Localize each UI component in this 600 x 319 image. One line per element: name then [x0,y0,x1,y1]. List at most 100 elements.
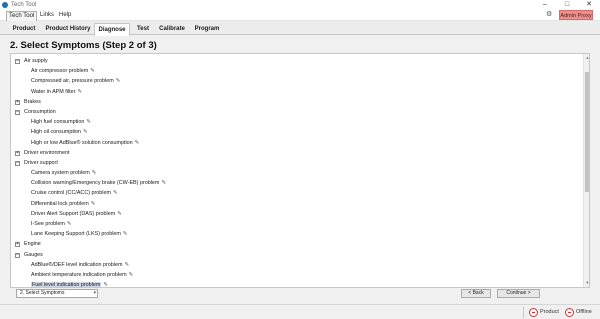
tab-product-history[interactable]: Product History [43,23,93,35]
pencil-icon[interactable]: ✎ [90,66,95,76]
tree-row-label: Air compressor problem [31,68,89,75]
tree-category[interactable]: – Consumption [11,107,581,117]
product-status-label: Product [540,309,559,315]
offline-status-label: Offline [576,309,592,315]
pencil-icon[interactable]: ✎ [129,270,134,280]
tree-row-label: High fuel consumption [31,119,85,126]
pencil-icon[interactable]: ✎ [113,188,118,198]
menu-bar: Tech Tool Links Help [0,10,600,22]
tree-row-label: Air supply [24,58,48,64]
tab-test[interactable]: Test [132,23,154,35]
tree-symptom-item[interactable]: AdBlue®/DEF level indication problem ✎ [11,260,581,270]
tree-row-label: AdBlue®/DEF level indication problem [31,261,123,268]
tree-row-label: Collision warning/Emergency brake (CW-EB… [31,180,160,187]
symptom-tree-panel: – Air supply Air compressor problem ✎ Compre… [10,53,590,288]
tree-row-label: Gauges [24,251,43,258]
connection-status: Offline [565,308,599,317]
pencil-icon[interactable]: ✎ [116,76,121,86]
tree-symptom-item[interactable]: Camera system problem ✎ [11,168,581,178]
minimize-icon[interactable]: – [534,0,556,10]
tree-row-label: Brakes [24,98,41,105]
pencil-icon[interactable]: ✎ [117,209,122,219]
expand-icon[interactable]: + [15,150,20,156]
tab-program[interactable]: Program [191,23,223,35]
tree-symptom-item[interactable]: Collision warning/Emergency brake (CW-EB… [11,178,581,188]
tree-row-label: Ambient temperature indication problem [31,271,127,278]
tree-symptom-item[interactable]: I-See problem ✎ [11,219,581,229]
tree-symptom-item[interactable]: Ambient temperature indication problem ✎ [11,270,581,280]
product-status-icon [529,308,538,317]
app-logo-icon [2,2,8,8]
tree-category[interactable]: + Brakes [11,97,581,107]
symptom-tree: – Air supply Air compressor problem ✎ Compre… [11,56,581,288]
collapse-icon[interactable]: – [15,252,20,258]
maximize-icon[interactable]: □ [556,0,578,10]
scroll-up-icon[interactable]: ▲ [584,55,589,61]
tree-category[interactable]: – Air supply [11,56,581,66]
window-title: Tech Tool [11,2,37,8]
pencil-icon[interactable]: ✎ [92,168,97,178]
tree-symptom-item[interactable]: Driver Alert Support (DAS) problem ✎ [11,209,581,219]
pencil-icon[interactable]: ✎ [123,229,128,239]
tree-category[interactable]: – Driver support [11,158,581,168]
tree-row-label: Driver support [24,159,58,166]
tree-row-label: I-See problem [31,221,65,227]
tab-diagnose[interactable]: Diagnose [94,23,130,36]
step-select-value: 2. Select Symptoms [20,290,65,296]
tree-symptom-item[interactable]: High or low AdBlue® solution consumption… [11,138,581,148]
tree-row-label: Compressed air, pressure problem [31,78,114,85]
tree-symptom-item[interactable]: Lane Keeping Support (LKS) problem ✎ [11,229,581,239]
expand-icon[interactable]: + [15,242,20,248]
tree-symptom-item[interactable]: Air compressor problem ✎ [11,66,581,76]
status-bar: Product Offline [0,304,600,319]
pencil-icon[interactable]: ✎ [135,138,140,148]
tree-symptom-item[interactable]: Differential lock problem ✎ [11,199,581,209]
tree-symptom-item[interactable]: Water in APM filter ✎ [11,87,581,97]
tree-row-label: High or low AdBlue® solution consumption [31,139,133,146]
tree-row-label: Fuel level indication problem [31,282,102,288]
pencil-icon[interactable]: ✎ [67,219,72,229]
tree-category[interactable]: + Engine [11,239,581,249]
pencil-icon[interactable]: ✎ [83,127,88,137]
main-tabs: Product Product History Diagnose Test Ca… [0,21,600,36]
title-bar: Tech Tool – □ ✕ [0,0,600,10]
tree-row-label: Lane Keeping Support (LKS) problem [31,231,121,238]
tree-symptom-item[interactable]: Fuel level indication problem ✎ [11,280,581,288]
expand-icon[interactable]: + [15,99,20,105]
pencil-icon[interactable]: ✎ [91,199,96,209]
tree-scrollbar[interactable]: ▲ ▼ [583,54,589,287]
step-select[interactable]: 2. Select Symptoms ▾ [16,289,98,298]
tree-category[interactable]: – Gauges [11,250,581,260]
tech-tool-window: Tech Tool – □ ✕ Tech Tool Links Help ⚙ A… [0,0,600,319]
back-button[interactable]: < Back [461,289,491,298]
tree-row-label: Camera system problem [31,170,90,177]
collapse-icon[interactable]: – [15,160,20,166]
continue-button[interactable]: Continue > [497,289,540,298]
pencil-icon[interactable]: ✎ [161,178,166,188]
pencil-icon[interactable]: ✎ [124,260,129,270]
status-divider [523,307,524,318]
tree-symptom-item[interactable]: Cruise control (CC/ACC) problem ✎ [11,188,581,198]
tree-symptom-item[interactable]: High oil consumption ✎ [11,127,581,137]
scroll-thumb[interactable] [585,72,589,192]
tab-calibrate[interactable]: Calibrate [156,23,188,35]
scroll-down-icon[interactable]: ▼ [584,280,589,286]
page-title: 2. Select Symptoms (Step 2 of 3) [10,40,157,51]
pencil-icon[interactable]: ✎ [86,117,91,127]
tab-product[interactable]: Product [6,23,42,35]
menu-links[interactable]: Links [40,11,54,20]
pencil-icon[interactable]: ✎ [77,87,82,97]
tree-symptom-item[interactable]: Compressed air, pressure problem ✎ [11,76,581,86]
menu-help[interactable]: Help [59,11,71,20]
admin-proxy-button[interactable]: Admin Proxy [559,10,593,20]
tree-symptom-item[interactable]: High fuel consumption ✎ [11,117,581,127]
collapse-icon[interactable]: – [15,59,20,64]
close-icon[interactable]: ✕ [578,0,600,10]
collapse-icon[interactable]: – [15,109,20,115]
tree-row-label: Engine [24,241,41,248]
tree-category[interactable]: + Driver environment [11,148,581,158]
tool-icon[interactable]: ⚙ [546,11,553,18]
pencil-icon[interactable]: ✎ [103,280,108,287]
tree-row-label: Driver environment [24,149,70,156]
tree-row-label: Water in APM filter [31,88,76,95]
